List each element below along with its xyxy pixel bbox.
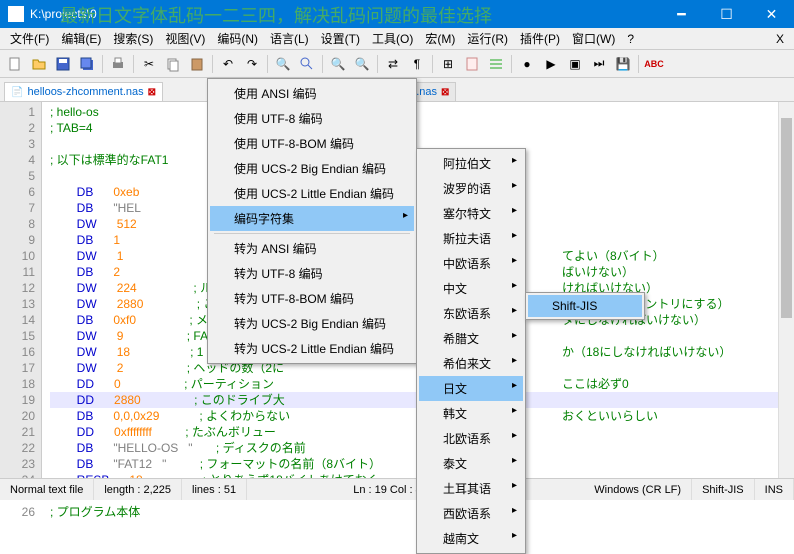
save-macro-icon[interactable]: 💾 bbox=[612, 53, 634, 75]
vertical-scrollbar[interactable] bbox=[778, 102, 794, 492]
menu-item[interactable]: 转为 ANSI 编码 bbox=[210, 236, 414, 261]
status-bar: Normal text file length : 2,225 lines : … bbox=[0, 478, 794, 500]
menu-item[interactable]: 转为 UTF-8 编码 bbox=[210, 261, 414, 286]
menu-item[interactable]: Shift-JIS bbox=[528, 295, 642, 317]
status-length: length : 2,225 bbox=[94, 479, 182, 500]
menu-item[interactable]: 塞尔特文 bbox=[419, 201, 523, 226]
menu-6[interactable]: 设置(T) bbox=[315, 28, 366, 49]
paste-icon[interactable] bbox=[186, 53, 208, 75]
menu-item[interactable]: 土耳其语 bbox=[419, 476, 523, 501]
menu-item[interactable]: 北欧语系 bbox=[419, 426, 523, 451]
menu-item[interactable]: 中欧语系 bbox=[419, 251, 523, 276]
encoding-menu: 使用 ANSI 编码使用 UTF-8 编码使用 UTF-8-BOM 编码使用 U… bbox=[207, 78, 417, 364]
menu-10[interactable]: 插件(P) bbox=[514, 28, 566, 49]
undo-icon[interactable]: ↶ bbox=[217, 53, 239, 75]
menu-item[interactable]: 使用 UTF-8-BOM 编码 bbox=[210, 131, 414, 156]
toolbar: ✂ ↶ ↷ 🔍 🔍 🔍 ⇄ ¶ ⊞ ● ▶ ▣ ⏭ 💾 ABC bbox=[0, 50, 794, 78]
status-eol[interactable]: Windows (CR LF) bbox=[584, 479, 692, 500]
status-encoding[interactable]: Shift-JIS bbox=[692, 479, 755, 500]
tab-close-icon[interactable]: ⊠ bbox=[441, 87, 449, 98]
menu-item[interactable]: 转为 UTF-8-BOM 编码 bbox=[210, 286, 414, 311]
hidden-chars-icon[interactable]: ¶ bbox=[406, 53, 428, 75]
menu-item[interactable]: 转为 UCS-2 Little Endian 编码 bbox=[210, 336, 414, 361]
redo-icon[interactable]: ↷ bbox=[241, 53, 263, 75]
menu-item[interactable]: 编码字符集 bbox=[210, 206, 414, 231]
menu-7[interactable]: 工具(O) bbox=[366, 28, 419, 49]
menu-5[interactable]: 语言(L) bbox=[264, 28, 315, 49]
menu-item[interactable]: 希伯来文 bbox=[419, 351, 523, 376]
open-file-icon[interactable] bbox=[28, 53, 50, 75]
status-filetype: Normal text file bbox=[0, 479, 94, 500]
menu-close-doc[interactable]: X bbox=[770, 30, 794, 48]
menu-item[interactable]: 斯拉夫语 bbox=[419, 226, 523, 251]
stop-macro-icon[interactable]: ▣ bbox=[564, 53, 586, 75]
menu-9[interactable]: 运行(R) bbox=[461, 28, 514, 49]
menu-12[interactable]: ? bbox=[621, 30, 640, 48]
menu-item[interactable]: 使用 UCS-2 Little Endian 编码 bbox=[210, 181, 414, 206]
tab-0[interactable]: 📄helloos-zhcomment.nas⊠ bbox=[4, 82, 163, 101]
menu-11[interactable]: 窗口(W) bbox=[566, 28, 621, 49]
close-button[interactable]: ✕ bbox=[749, 0, 794, 28]
menu-item[interactable]: 希腊文 bbox=[419, 326, 523, 351]
zoom-out-icon[interactable]: 🔍 bbox=[351, 53, 373, 75]
title-bar: K:\projects\0 最新日文字体乱码一二三四，解决乱码问题的最佳选择 ━… bbox=[0, 0, 794, 28]
menu-item[interactable]: 泰文 bbox=[419, 451, 523, 476]
japanese-submenu: Shift-JIS bbox=[525, 292, 645, 320]
menu-3[interactable]: 视图(V) bbox=[159, 28, 211, 49]
menu-bar: 文件(F)编辑(E)搜索(S)视图(V)编码(N)语言(L)设置(T)工具(O)… bbox=[0, 28, 794, 50]
menu-item[interactable]: 中文 bbox=[419, 276, 523, 301]
status-ovr[interactable]: INS bbox=[755, 479, 794, 500]
menu-item[interactable]: 转为 UCS-2 Big Endian 编码 bbox=[210, 311, 414, 336]
menu-item[interactable]: 西欧语系 bbox=[419, 501, 523, 526]
menu-2[interactable]: 搜索(S) bbox=[107, 28, 159, 49]
minimize-button[interactable]: ━ bbox=[659, 0, 704, 28]
menu-4[interactable]: 编码(N) bbox=[211, 28, 264, 49]
tab-close-icon[interactable]: ⊠ bbox=[148, 87, 156, 98]
code-line[interactable]: ; TAB=4 bbox=[50, 120, 794, 136]
menu-0[interactable]: 文件(F) bbox=[4, 28, 55, 49]
new-file-icon[interactable] bbox=[4, 53, 26, 75]
menu-item[interactable]: 阿拉伯文 bbox=[419, 151, 523, 176]
find-icon[interactable]: 🔍 bbox=[272, 53, 294, 75]
line-gutter: 1234567891011121314151617181920212223242… bbox=[0, 102, 42, 492]
menu-item[interactable]: 韩文 bbox=[419, 401, 523, 426]
indent-guide-icon[interactable]: ⊞ bbox=[437, 53, 459, 75]
code-line[interactable]: ; hello-os bbox=[50, 104, 794, 120]
zoom-in-icon[interactable]: 🔍 bbox=[327, 53, 349, 75]
menu-item[interactable]: 使用 UTF-8 编码 bbox=[210, 106, 414, 131]
save-icon[interactable] bbox=[52, 53, 74, 75]
print-icon[interactable] bbox=[107, 53, 129, 75]
menu-8[interactable]: 宏(M) bbox=[419, 28, 461, 49]
menu-1[interactable]: 编辑(E) bbox=[55, 28, 107, 49]
menu-item[interactable]: 越南文 bbox=[419, 526, 523, 551]
menu-item[interactable]: 使用 ANSI 编码 bbox=[210, 81, 414, 106]
play-multi-icon[interactable]: ⏭ bbox=[588, 53, 610, 75]
play-macro-icon[interactable]: ▶ bbox=[540, 53, 562, 75]
menu-item[interactable]: 使用 UCS-2 Big Endian 编码 bbox=[210, 156, 414, 181]
record-macro-icon[interactable]: ● bbox=[516, 53, 538, 75]
menu-item[interactable]: 波罗的语 bbox=[419, 176, 523, 201]
save-all-icon[interactable] bbox=[76, 53, 98, 75]
replace-icon[interactable] bbox=[296, 53, 318, 75]
func-list-icon[interactable] bbox=[485, 53, 507, 75]
overlay-caption: 最新日文字体乱码一二三四，解决乱码问题的最佳选择 bbox=[60, 2, 492, 28]
maximize-button[interactable]: ☐ bbox=[704, 0, 749, 28]
menu-item[interactable]: 日文 bbox=[419, 376, 523, 401]
app-icon bbox=[8, 6, 24, 22]
cut-icon[interactable]: ✂ bbox=[138, 53, 160, 75]
copy-icon[interactable] bbox=[162, 53, 184, 75]
charset-submenu: 阿拉伯文波罗的语塞尔特文斯拉夫语中欧语系中文东欧语系希腊文希伯来文日文韩文北欧语… bbox=[416, 148, 526, 554]
menu-item[interactable]: 东欧语系 bbox=[419, 301, 523, 326]
wrap-icon[interactable]: ⇄ bbox=[382, 53, 404, 75]
doc-map-icon[interactable] bbox=[461, 53, 483, 75]
spellcheck-icon[interactable]: ABC bbox=[643, 53, 665, 75]
status-lines: lines : 51 bbox=[182, 479, 247, 500]
